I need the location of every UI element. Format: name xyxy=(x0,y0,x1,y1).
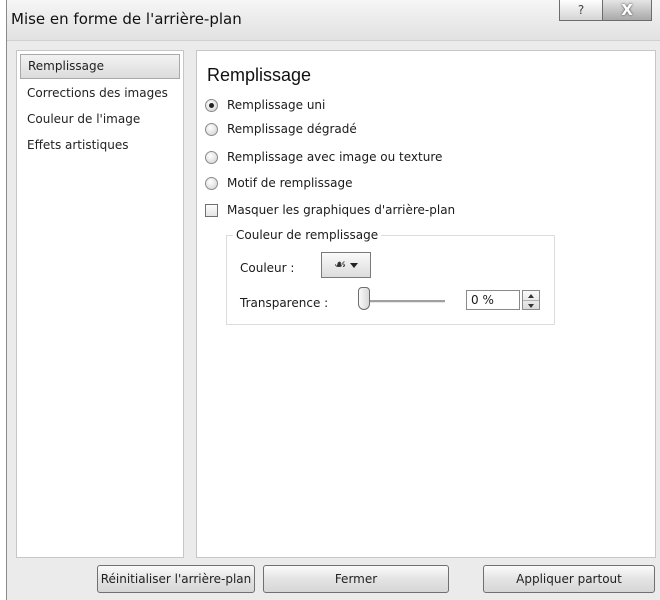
radio-button-checked[interactable] xyxy=(205,98,218,112)
window-title: Mise en forme de l'arrière-plan xyxy=(11,10,242,28)
dropdown-arrow-icon xyxy=(350,262,359,268)
radio-label: Remplissage dégradé xyxy=(227,122,357,136)
arrow-up-icon xyxy=(528,293,534,298)
radio-pattern-fill[interactable]: Motif de remplissage xyxy=(205,173,352,193)
help-button[interactable]: ? xyxy=(559,0,603,21)
close-window-button[interactable]: X xyxy=(603,0,652,21)
dialog-window: Mise en forme de l'arrière-plan ? X Remp… xyxy=(6,0,660,600)
transparency-slider-thumb[interactable] xyxy=(358,287,370,310)
color-label: Couleur : xyxy=(240,261,295,275)
radio-button[interactable] xyxy=(205,150,218,164)
transparency-spinner[interactable] xyxy=(522,290,540,310)
radio-label: Remplissage uni xyxy=(227,98,326,112)
reset-background-button[interactable]: Réinitialiser l'arrière-plan xyxy=(97,565,255,593)
radio-picture-fill[interactable]: Remplissage avec image ou texture xyxy=(205,147,442,167)
arrow-down-icon xyxy=(528,303,534,308)
paint-bucket-icon: ☙ xyxy=(333,257,347,273)
apply-all-button[interactable]: Appliquer partout xyxy=(483,565,655,593)
checkbox-label: Masquer les graphiques d'arrière-plan xyxy=(227,203,456,217)
checkbox[interactable] xyxy=(205,203,218,217)
spin-down-button[interactable] xyxy=(523,301,539,310)
sidebar-item-label: Remplissage xyxy=(28,59,105,73)
button-label: Appliquer partout xyxy=(516,572,622,586)
transparency-label: Transparence : xyxy=(240,296,329,310)
sidebar-item-corrections[interactable]: Corrections des images xyxy=(20,81,180,105)
radio-solid-fill[interactable]: Remplissage uni xyxy=(205,95,325,115)
title-bar: Mise en forme de l'arrière-plan ? X xyxy=(7,0,660,41)
sidebar-item-remplissage[interactable]: Remplissage xyxy=(20,54,180,79)
sidebar-item-label: Effets artistiques xyxy=(27,138,129,152)
radio-button[interactable] xyxy=(205,176,218,190)
sidebar-item-effets[interactable]: Effets artistiques xyxy=(20,133,180,157)
close-button[interactable]: Fermer xyxy=(263,565,449,593)
title-bar-buttons: ? X xyxy=(559,0,652,21)
transparency-input[interactable]: 0 % xyxy=(466,290,520,310)
color-picker-button[interactable]: ☙ xyxy=(321,252,371,278)
spin-up-button[interactable] xyxy=(523,291,539,301)
fill-color-group: Couleur de remplissage xyxy=(226,228,555,325)
radio-button[interactable] xyxy=(205,122,218,136)
category-sidebar: Remplissage Corrections des images Coule… xyxy=(16,50,184,558)
sidebar-item-label: Corrections des images xyxy=(27,86,168,100)
hide-background-graphics-checkbox[interactable]: Masquer les graphiques d'arrière-plan xyxy=(205,200,455,220)
radio-label: Motif de remplissage xyxy=(227,176,353,190)
button-label: Réinitialiser l'arrière-plan xyxy=(100,572,252,586)
transparency-slider-track[interactable] xyxy=(361,300,445,303)
close-icon: X xyxy=(621,1,633,19)
button-label: Fermer xyxy=(334,572,378,586)
sidebar-item-label: Couleur de l'image xyxy=(27,112,141,126)
help-icon: ? xyxy=(577,3,585,17)
radio-gradient-fill[interactable]: Remplissage dégradé xyxy=(205,119,357,139)
group-title: Couleur de remplissage xyxy=(233,228,382,242)
radio-label: Remplissage avec image ou texture xyxy=(227,150,443,164)
sidebar-item-couleur[interactable]: Couleur de l'image xyxy=(20,107,180,131)
panel-title: Remplissage xyxy=(207,65,312,85)
fill-panel: Remplissage Remplissage uni Remplissage … xyxy=(196,50,656,558)
